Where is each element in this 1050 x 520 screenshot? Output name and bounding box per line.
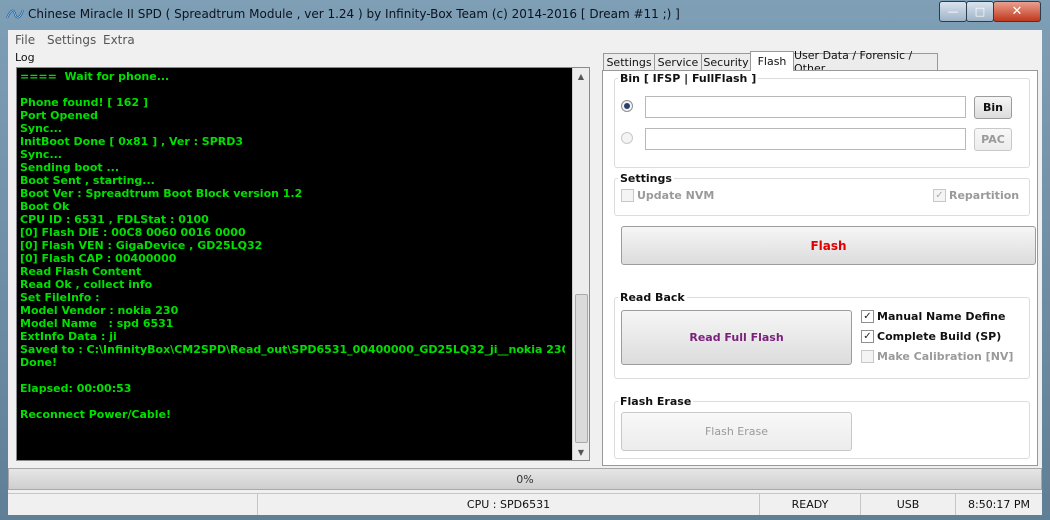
menu-bar: File Settings Extra [8, 30, 1042, 50]
pac-path-field[interactable] [645, 128, 966, 150]
progress-text: 0% [516, 473, 534, 486]
menu-file[interactable]: File [15, 33, 35, 47]
read-back-title: Read Back [618, 291, 687, 304]
tab-settings-label: Settings [606, 55, 652, 69]
tab-service[interactable]: Service [654, 53, 702, 70]
window-title: Chinese Miracle II SPD ( Spreadtrum Modu… [28, 7, 680, 21]
make-calibration-checkbox[interactable] [861, 350, 874, 363]
scroll-thumb[interactable] [575, 294, 588, 443]
repartition-label: Repartition [949, 189, 1020, 202]
complete-build-checkbox[interactable]: ✓ [861, 330, 874, 343]
scroll-up-icon[interactable]: ▲ [573, 68, 589, 84]
status-segment-empty [8, 494, 258, 515]
flash-erase-button[interactable]: Flash Erase [621, 412, 852, 451]
update-nvm-label: Update NVM [637, 189, 715, 202]
tab-service-label: Service [657, 55, 699, 69]
progress-bar: 0% [8, 468, 1042, 490]
status-cpu: CPU : SPD6531 [258, 494, 760, 515]
flash-erase-title: Flash Erase [618, 395, 694, 408]
minimize-button[interactable]: — [939, 1, 967, 22]
read-full-flash-button[interactable]: Read Full Flash [621, 310, 852, 365]
update-nvm-checkbox[interactable] [621, 189, 634, 202]
menu-settings[interactable]: Settings [47, 33, 96, 47]
app-window: Chinese Miracle II SPD ( Spreadtrum Modu… [0, 0, 1050, 520]
app-logo-icon [6, 9, 24, 19]
status-state: READY [760, 494, 861, 515]
scroll-down-icon[interactable]: ▼ [573, 444, 589, 460]
bin-group-title: Bin [ IFSP | FullFlash ] [618, 72, 759, 85]
tab-security[interactable]: Security [701, 53, 751, 70]
make-calibration-label: Make Calibration [NV] [877, 350, 1014, 363]
minimize-icon: — [947, 5, 959, 18]
repartition-checkbox[interactable]: ✓ [933, 189, 946, 202]
close-button[interactable]: ✕ [993, 1, 1041, 22]
manual-name-define-label: Manual Name Define [877, 310, 1006, 323]
client-area: File Settings Extra Log ==== Wait for ph… [8, 30, 1042, 515]
status-bar: CPU : SPD6531 READY USB 8:50:17 PM [8, 493, 1042, 515]
complete-build-label: Complete Build (SP) [877, 330, 1002, 343]
maximize-icon: □ [974, 5, 986, 18]
bin-radio[interactable] [621, 100, 633, 112]
tab-flash-label: Flash [757, 55, 787, 68]
close-icon: ✕ [1011, 4, 1023, 19]
pac-radio[interactable] [621, 132, 633, 144]
log-text: ==== Wait for phone... Phone found! [ 16… [20, 70, 565, 421]
log-scrollbar[interactable]: ▲ ▼ [572, 68, 589, 460]
menu-extra[interactable]: Extra [103, 33, 135, 47]
tab-settings[interactable]: Settings [603, 53, 655, 70]
tab-flash[interactable]: Flash [750, 51, 794, 71]
log-console[interactable]: ==== Wait for phone... Phone found! [ 16… [16, 67, 590, 461]
bin-path-field[interactable] [645, 96, 966, 118]
log-label: Log [15, 51, 35, 64]
title-bar[interactable]: Chinese Miracle II SPD ( Spreadtrum Modu… [0, 0, 1050, 30]
tab-security-label: Security [703, 55, 749, 69]
flash-panel: Bin [ IFSP | FullFlash ] Bin PAC Setting… [602, 70, 1038, 466]
bin-button[interactable]: Bin [974, 96, 1012, 119]
settings-group-title: Settings [618, 172, 674, 185]
bin-group [614, 78, 1030, 168]
status-connection: USB [861, 494, 956, 515]
tab-user-data[interactable]: User Data / Forensic / Other [793, 49, 938, 75]
pac-button[interactable]: PAC [974, 128, 1012, 151]
flash-button[interactable]: Flash [621, 226, 1036, 265]
maximize-button[interactable]: □ [966, 1, 994, 22]
manual-name-define-checkbox[interactable]: ✓ [861, 310, 874, 323]
status-time: 8:50:17 PM [967, 498, 1031, 511]
